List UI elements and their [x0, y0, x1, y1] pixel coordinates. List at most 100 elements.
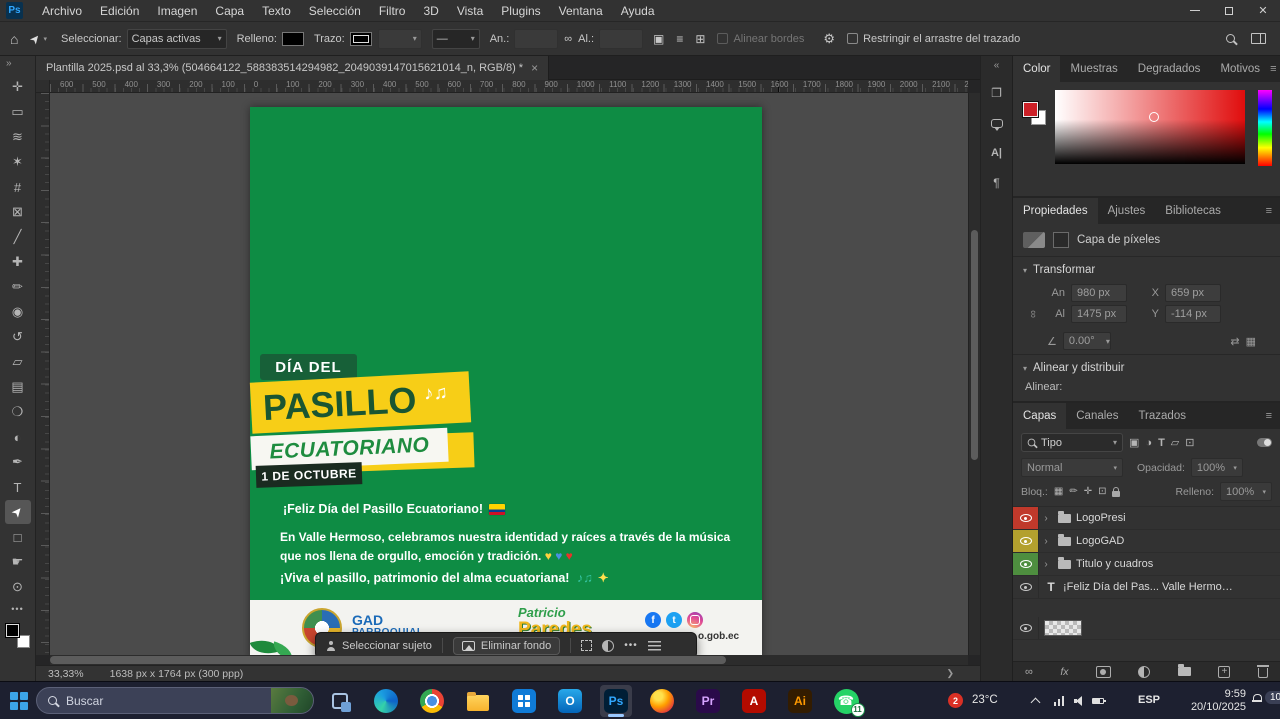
- rectangle-shape-tool[interactable]: □: [5, 525, 31, 549]
- file-explorer-button[interactable]: [462, 685, 494, 717]
- layer-row-pixel[interactable]: [1013, 617, 1280, 640]
- menu-item-texto[interactable]: Texto: [253, 0, 300, 22]
- selection-tool-icon[interactable]: [581, 640, 592, 651]
- crop-tool[interactable]: #: [5, 175, 31, 199]
- select-subject-button[interactable]: Seleccionar sujeto: [326, 640, 432, 652]
- spot-healing-tool[interactable]: ✚: [5, 250, 31, 274]
- illustrator-button[interactable]: Ai: [784, 685, 816, 717]
- menu-item-edicion[interactable]: Edición: [91, 0, 148, 22]
- add-mask-icon[interactable]: [1096, 666, 1111, 678]
- layer-row-logopresi[interactable]: › LogoPresi: [1013, 507, 1280, 530]
- menu-item-ventana[interactable]: Ventana: [550, 0, 612, 22]
- expand-group-icon[interactable]: ›: [1039, 559, 1053, 570]
- color-picker-marker[interactable]: [1149, 112, 1159, 122]
- path-selection-tool[interactable]: ➤: [5, 500, 31, 524]
- gradient-tool[interactable]: ▤: [5, 375, 31, 399]
- gear-icon[interactable]: ⚙: [823, 31, 835, 47]
- lock-position-icon[interactable]: ✛: [1084, 486, 1092, 497]
- foreground-color-swatch[interactable]: [6, 624, 19, 637]
- expand-group-icon[interactable]: ›: [1039, 536, 1053, 547]
- quick-selection-tool[interactable]: ✶: [5, 150, 31, 174]
- menu-item-imagen[interactable]: Imagen: [148, 0, 206, 22]
- foreground-color-swatch[interactable]: [1023, 102, 1038, 117]
- align-edges-option[interactable]: Alinear bordes: [717, 33, 809, 45]
- blend-mode-dropdown[interactable]: Normal ▾: [1021, 458, 1123, 477]
- brush-tool[interactable]: ✏: [5, 275, 31, 299]
- adjustments-icon[interactable]: [602, 640, 614, 652]
- layer-row-titulo[interactable]: › Titulo y cuadros: [1013, 553, 1280, 576]
- clone-stamp-tool[interactable]: ◉: [5, 300, 31, 324]
- character-panel-icon[interactable]: A|: [985, 141, 1009, 165]
- layer-effects-icon[interactable]: fx: [1060, 666, 1068, 678]
- panel-menu-icon[interactable]: ≡: [1266, 410, 1280, 422]
- height-field[interactable]: 1475 px: [1071, 305, 1127, 323]
- photoshop-button[interactable]: Ps: [600, 685, 632, 717]
- reference-point-icon[interactable]: ▦: [1246, 335, 1256, 348]
- tab-trazados[interactable]: Trazados: [1128, 403, 1196, 429]
- color-swatches[interactable]: [6, 624, 30, 648]
- y-field[interactable]: -114 px: [1165, 305, 1221, 323]
- width-field[interactable]: [514, 29, 558, 49]
- opacity-dropdown[interactable]: 100% ▾: [1191, 458, 1243, 477]
- firefox-button[interactable]: [646, 685, 678, 717]
- path-alignment-icon[interactable]: ≡: [676, 32, 683, 46]
- select-mode-dropdown[interactable]: Capas activas ▾: [127, 29, 227, 49]
- filter-adjustment-icon[interactable]: ◑: [1145, 437, 1152, 449]
- hand-tool[interactable]: ☛: [5, 550, 31, 574]
- visibility-toggle[interactable]: [1013, 576, 1039, 598]
- tab-capas[interactable]: Capas: [1013, 403, 1066, 429]
- eraser-tool[interactable]: ▱: [5, 350, 31, 374]
- tray-alert-badge[interactable]: 2: [948, 693, 963, 708]
- filter-toggle[interactable]: [1257, 438, 1272, 447]
- filter-shape-icon[interactable]: ▱: [1171, 436, 1179, 449]
- edge-button[interactable]: [370, 685, 402, 717]
- search-icon[interactable]: [1226, 34, 1235, 43]
- scrollbar-thumb[interactable]: [50, 656, 726, 664]
- tab-ajustes[interactable]: Ajustes: [1098, 198, 1156, 224]
- restore-button[interactable]: [1212, 0, 1246, 22]
- layer-row-text[interactable]: T ¡Feliz Día del Pas... Valle Hermoso, c…: [1013, 576, 1280, 599]
- acrobat-button[interactable]: A: [738, 685, 770, 717]
- expand-group-icon[interactable]: ›: [1039, 513, 1053, 524]
- more-options-icon[interactable]: •••: [624, 640, 638, 651]
- visibility-toggle[interactable]: [1013, 617, 1039, 639]
- flip-icon[interactable]: ⇄: [1230, 335, 1239, 348]
- clock[interactable]: 9:59 20/10/2025: [1168, 688, 1246, 714]
- visibility-toggle[interactable]: [1013, 553, 1039, 575]
- blur-tool[interactable]: ❍: [5, 400, 31, 424]
- lock-artboard-icon[interactable]: ⊡: [1098, 486, 1106, 497]
- history-brush-tool[interactable]: ↺: [5, 325, 31, 349]
- transform-section-header[interactable]: ▾ Transformar: [1013, 257, 1280, 281]
- menu-item-archivo[interactable]: Archivo: [33, 0, 91, 22]
- new-group-icon[interactable]: [1178, 667, 1191, 676]
- fill-swatch[interactable]: [282, 32, 304, 46]
- horizontal-scrollbar[interactable]: [50, 655, 968, 665]
- pen-tool[interactable]: ✒: [5, 450, 31, 474]
- battery-icon[interactable]: [1092, 698, 1104, 704]
- link-dimensions-icon[interactable]: ∞: [564, 33, 572, 45]
- fill-dropdown[interactable]: 100% ▾: [1220, 482, 1272, 501]
- tab-color[interactable]: Color: [1013, 56, 1060, 82]
- home-icon[interactable]: ⌂: [10, 31, 18, 47]
- adjustment-layer-icon[interactable]: [1138, 666, 1150, 678]
- hidden-icons-chevron[interactable]: [1031, 698, 1041, 708]
- dodge-tool[interactable]: ◐: [5, 425, 31, 449]
- start-button[interactable]: [10, 692, 28, 710]
- close-button[interactable]: ✕: [1246, 0, 1280, 22]
- properties-sliders-icon[interactable]: [648, 640, 661, 651]
- angle-field[interactable]: 0.00° ▾: [1063, 332, 1111, 350]
- lock-pixels-icon[interactable]: ✏: [1069, 486, 1077, 497]
- hue-slider[interactable]: [1258, 90, 1272, 166]
- lock-all-icon[interactable]: [1112, 491, 1120, 497]
- path-operations-icon[interactable]: ▣: [653, 32, 664, 46]
- tab-propiedades[interactable]: Propiedades: [1013, 198, 1098, 224]
- layer-filter-dropdown[interactable]: Tipo ▾: [1021, 433, 1123, 452]
- outlook-button[interactable]: O: [554, 685, 586, 717]
- x-field[interactable]: 659 px: [1165, 284, 1221, 302]
- microsoft-store-button[interactable]: [508, 685, 540, 717]
- zoom-level[interactable]: 33,33%: [48, 668, 84, 680]
- eyedropper-tool[interactable]: ╱: [5, 225, 31, 249]
- menu-item-vista[interactable]: Vista: [448, 0, 492, 22]
- menu-item-filtro[interactable]: Filtro: [370, 0, 415, 22]
- stroke-style-dropdown[interactable]: — ▾: [432, 29, 480, 49]
